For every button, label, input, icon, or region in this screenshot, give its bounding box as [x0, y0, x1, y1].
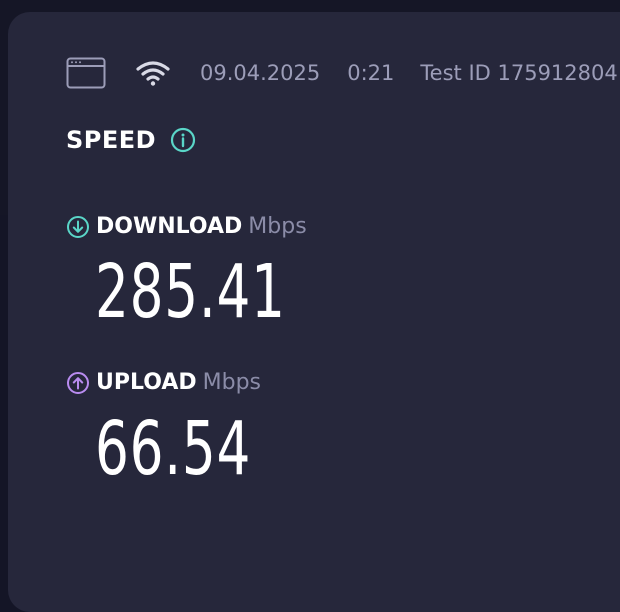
download-label: DOWNLOAD — [96, 214, 243, 239]
upload-label: UPLOAD — [96, 370, 197, 395]
download-speed-value: 285.41 — [95, 249, 286, 335]
upload-unit: Mbps — [202, 370, 261, 395]
info-icon[interactable] — [170, 127, 196, 153]
test-time: 0:21 — [347, 61, 395, 85]
arrow-down-circle-icon — [67, 215, 89, 238]
browser-window-icon — [66, 57, 106, 89]
upload-speed-value: 66.54 — [95, 406, 252, 492]
arrow-up-circle-icon — [67, 371, 89, 394]
upload-label-row: UPLOAD Mbps — [66, 370, 261, 395]
test-id: Test ID 175912804 — [420, 61, 618, 85]
download-unit: Mbps — [248, 214, 307, 239]
wifi-icon — [136, 61, 170, 86]
test-meta-row: 09.04.2025 0:21 Test ID 175912804 — [66, 55, 618, 91]
speed-section-header: SPEED — [66, 126, 196, 154]
section-title: SPEED — [66, 126, 157, 154]
test-date: 09.04.2025 — [200, 61, 321, 85]
download-label-row: DOWNLOAD Mbps — [66, 214, 307, 239]
